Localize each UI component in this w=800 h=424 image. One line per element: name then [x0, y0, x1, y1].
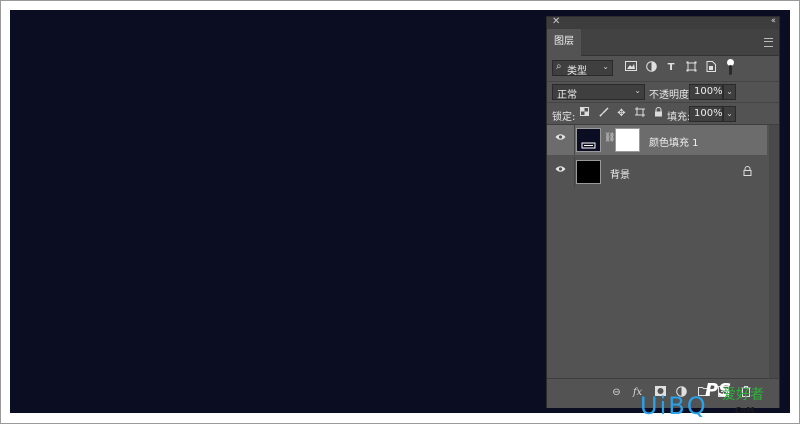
panel-titlebar: ✕ ‹‹	[547, 16, 779, 29]
panel-tab-row: 图层	[547, 29, 779, 56]
opacity-label: 不透明度:	[649, 90, 693, 101]
fill-label: 填充:	[667, 112, 691, 123]
tab-layers[interactable]: 图层	[547, 29, 581, 56]
layers-panel: ✕ ‹‹ 图层 ⌕ 类型 ⌄ T 正常 ⌄ 不透明度: 100% ⌄ 锁定: ✥…	[546, 16, 780, 408]
lock-all-icon[interactable]	[652, 107, 665, 120]
lock-transparent-pixels-icon[interactable]	[578, 107, 591, 120]
eye-icon[interactable]	[554, 133, 566, 145]
image-filter-icon[interactable]	[624, 61, 638, 75]
shape-filter-icon[interactable]	[684, 61, 698, 75]
search-icon: ⌕	[556, 61, 562, 72]
watermark-com: .CoM	[732, 406, 755, 415]
fill-input[interactable]: 100%	[689, 106, 723, 122]
lock-position-icon[interactable]: ✥	[615, 107, 628, 120]
chevron-down-icon: ⌄	[602, 62, 609, 71]
layer-row-color-fill[interactable]: ⛓ 颜色填充 1	[547, 125, 767, 155]
filter-toggle[interactable]	[727, 59, 734, 77]
fill-dropdown-button[interactable]: ⌄	[723, 106, 736, 122]
collapse-panel-icon[interactable]: ‹‹	[771, 16, 776, 26]
panel-menu-icon[interactable]	[764, 38, 773, 47]
lock-icon	[743, 166, 752, 179]
type-filter-icon[interactable]: T	[664, 61, 678, 75]
link-layers-icon[interactable]: ⊖	[610, 386, 623, 399]
watermark-sub: 爱好者	[722, 387, 764, 403]
filter-kind-label: 类型	[567, 66, 587, 77]
watermark-site: UiBQ	[640, 392, 708, 420]
layer-name: 颜色填充 1	[649, 138, 699, 149]
blend-mode-label: 正常	[557, 90, 577, 101]
toggle-track	[729, 65, 732, 75]
close-icon[interactable]: ✕	[552, 16, 560, 27]
layers-scrollbar[interactable]	[769, 125, 779, 383]
blend-mode-select[interactable]: 正常 ⌄	[552, 84, 645, 101]
filter-kind-select[interactable]: ⌕ 类型 ⌄	[552, 60, 613, 77]
lock-row: 锁定: ✥ 填充: 100% ⌄	[547, 104, 779, 125]
opacity-dropdown-button[interactable]: ⌄	[723, 84, 736, 100]
adjustment-filter-icon[interactable]	[644, 61, 658, 75]
blend-row: 正常 ⌄ 不透明度: 100% ⌄	[547, 82, 779, 103]
chevron-down-icon: ⌄	[634, 86, 641, 95]
lock-label: 锁定:	[552, 112, 576, 123]
layer-filter-row: ⌕ 类型 ⌄ T	[547, 57, 779, 82]
layer-thumbnail[interactable]	[576, 128, 601, 152]
link-chain-icon[interactable]: ⛓	[604, 133, 615, 143]
lock-image-pixels-icon[interactable]	[597, 107, 610, 120]
layer-divider	[574, 157, 575, 187]
layer-mask-thumbnail[interactable]	[615, 128, 640, 152]
opacity-input[interactable]: 100%	[689, 84, 723, 100]
eye-icon[interactable]	[554, 165, 566, 177]
watermark: PS 爱好者 UiBQ .CoM	[640, 380, 790, 420]
lock-artboard-icon[interactable]	[633, 107, 646, 120]
layer-row-background[interactable]: 背景	[547, 157, 767, 187]
smart-object-filter-icon[interactable]	[704, 61, 718, 75]
layer-thumbnail[interactable]	[576, 160, 601, 184]
layer-name: 背景	[610, 170, 630, 181]
layer-divider	[574, 125, 575, 155]
